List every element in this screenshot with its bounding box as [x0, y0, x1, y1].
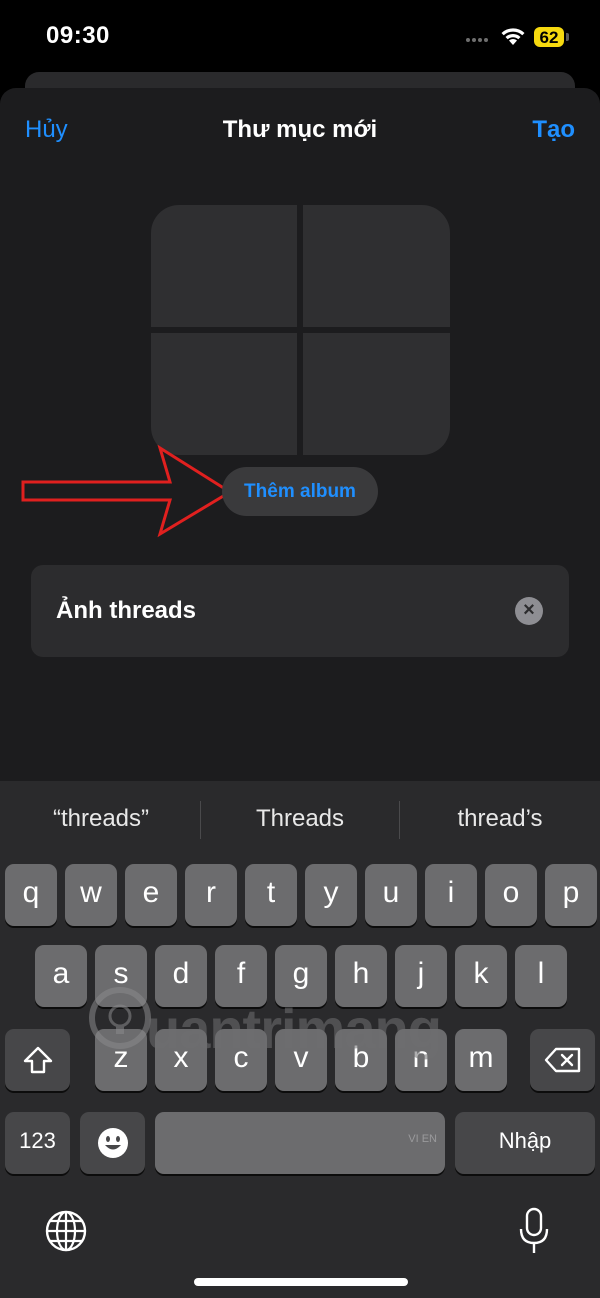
key[interactable]: e	[125, 864, 177, 926]
page-title: Thư mục mới	[222, 116, 378, 143]
clear-text-button[interactable]: ×	[515, 597, 543, 625]
emoji-key[interactable]	[80, 1112, 145, 1174]
watermark-logo-icon	[89, 987, 151, 1049]
key[interactable]: p	[545, 864, 597, 926]
return-key[interactable]: Nhập	[455, 1112, 595, 1174]
thumbnail-tile	[303, 205, 450, 327]
key[interactable]: t	[245, 864, 297, 926]
globe-icon[interactable]	[44, 1209, 88, 1253]
annotation-arrow-icon	[21, 444, 232, 538]
create-button[interactable]: Tạo	[532, 116, 575, 144]
cellular-signal-icon	[466, 38, 494, 44]
key[interactable]: l	[515, 945, 567, 1007]
status-time: 09:30	[46, 22, 110, 49]
folder-name-input[interactable]: Ảnh threads	[56, 597, 196, 625]
numbers-key[interactable]: 123	[5, 1112, 70, 1174]
wifi-icon	[501, 28, 525, 45]
suggestion-item[interactable]: Threads	[201, 805, 399, 833]
folder-thumbnail	[151, 205, 450, 455]
thumbnail-tile	[151, 205, 297, 327]
add-album-button[interactable]: Thêm album	[222, 467, 378, 516]
folder-name-field[interactable]: Ảnh threads ×	[31, 565, 569, 657]
key[interactable]: m	[455, 1029, 507, 1091]
key[interactable]: r	[185, 864, 237, 926]
watermark-text: uantrimang	[146, 997, 442, 1060]
key[interactable]: q	[5, 864, 57, 926]
home-indicator[interactable]	[194, 1278, 408, 1286]
suggestion-bar: “threads” Threads thread’s	[0, 781, 600, 861]
key[interactable]: a	[35, 945, 87, 1007]
key[interactable]: o	[485, 864, 537, 926]
key[interactable]: y	[305, 864, 357, 926]
key[interactable]: u	[365, 864, 417, 926]
backspace-icon	[544, 1047, 580, 1073]
key[interactable]: i	[425, 864, 477, 926]
suggestion-item[interactable]: thread’s	[401, 805, 599, 833]
battery-level: 62	[539, 28, 559, 47]
status-bar: 09:30 62	[0, 0, 600, 80]
thumbnail-tile	[151, 333, 297, 455]
backspace-key[interactable]	[530, 1029, 595, 1091]
space-key[interactable]: VI EN	[155, 1112, 445, 1174]
microphone-icon[interactable]	[518, 1207, 550, 1257]
battery-icon: 62	[534, 27, 570, 49]
suggestion-item[interactable]: “threads”	[2, 805, 200, 833]
shift-key[interactable]	[5, 1029, 70, 1091]
key[interactable]: k	[455, 945, 507, 1007]
thumbnail-tile	[303, 333, 450, 455]
shift-icon	[23, 1046, 52, 1074]
close-icon: ×	[523, 599, 535, 621]
key[interactable]: w	[65, 864, 117, 926]
suggestion-divider	[399, 801, 400, 839]
space-language-label: VI EN	[408, 1133, 437, 1145]
emoji-icon	[97, 1128, 128, 1158]
